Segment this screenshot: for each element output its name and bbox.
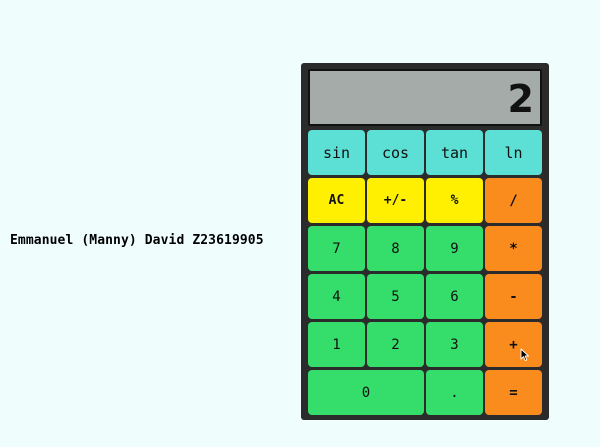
digit-4-button[interactable]: 4 — [308, 274, 365, 319]
subtract-button[interactable]: - — [485, 274, 542, 319]
digit-3-button[interactable]: 3 — [426, 322, 483, 367]
divide-button[interactable]: / — [485, 178, 542, 223]
digit-9-button[interactable]: 9 — [426, 226, 483, 271]
digit-0-button[interactable]: 0 — [308, 370, 424, 415]
digit-2-button[interactable]: 2 — [367, 322, 424, 367]
cos-button[interactable]: cos — [367, 130, 424, 175]
percent-button[interactable]: % — [426, 178, 483, 223]
author-name: Emmanuel (Manny) David Z23619905 — [10, 233, 264, 248]
sin-button[interactable]: sin — [308, 130, 365, 175]
calculator: 2 sin cos tan ln AC +/- % / 7 8 9 * 4 5 … — [301, 63, 549, 420]
add-button[interactable]: + — [485, 322, 542, 367]
decimal-button[interactable]: . — [426, 370, 483, 415]
digit-5-button[interactable]: 5 — [367, 274, 424, 319]
digit-6-button[interactable]: 6 — [426, 274, 483, 319]
digit-7-button[interactable]: 7 — [308, 226, 365, 271]
equals-button[interactable]: = — [485, 370, 542, 415]
toggle-sign-button[interactable]: +/- — [367, 178, 424, 223]
mouse-pointer-icon — [520, 348, 529, 362]
digit-1-button[interactable]: 1 — [308, 322, 365, 367]
multiply-button[interactable]: * — [485, 226, 542, 271]
ln-button[interactable]: ln — [485, 130, 542, 175]
all-clear-button[interactable]: AC — [308, 178, 365, 223]
tan-button[interactable]: tan — [426, 130, 483, 175]
digit-8-button[interactable]: 8 — [367, 226, 424, 271]
calculator-display: 2 — [308, 69, 542, 126]
